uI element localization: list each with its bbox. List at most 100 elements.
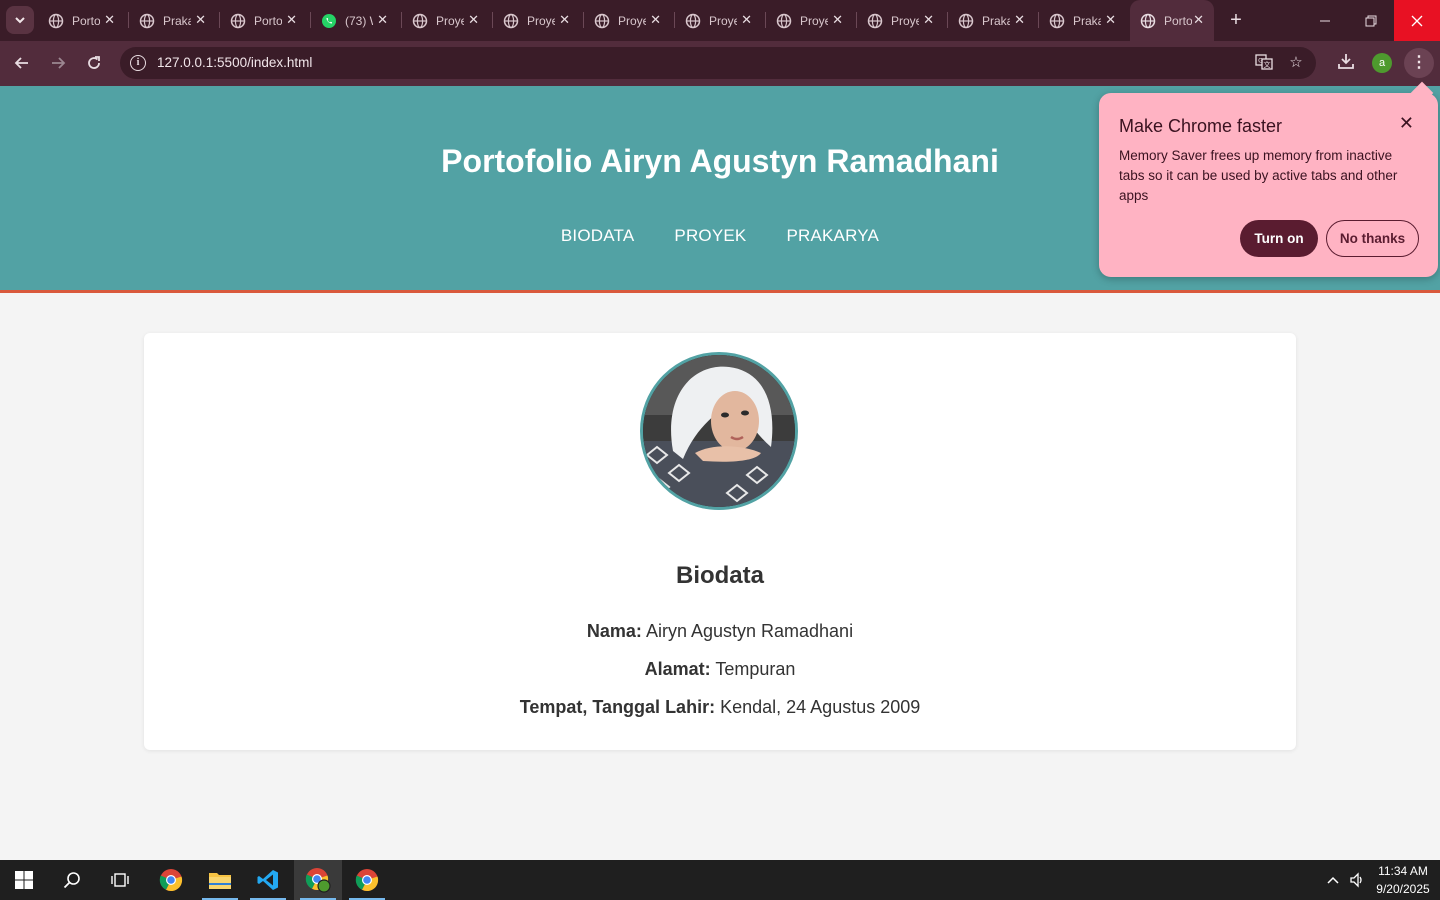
minimize-button[interactable] (1302, 0, 1348, 41)
task-view-icon[interactable] (96, 860, 144, 900)
download-icon[interactable] (1334, 52, 1358, 76)
windows-start-icon[interactable] (0, 860, 48, 900)
globe-icon (958, 13, 974, 29)
tab-title: Praka (163, 13, 191, 28)
browser-tab[interactable]: (73) W ✕ (311, 0, 402, 41)
new-tab-button[interactable]: + (1224, 7, 1248, 33)
bio-row-nama: Nama: Airyn Agustyn Ramadhani (144, 621, 1296, 642)
bio-value: Airyn Agustyn Ramadhani (645, 621, 854, 641)
vscode-icon[interactable] (244, 860, 292, 900)
file-explorer-icon[interactable] (196, 860, 244, 900)
browser-tab[interactable]: Praka ✕ (129, 0, 220, 41)
browser-tab[interactable]: Proye ✕ (584, 0, 675, 41)
close-tab-icon[interactable]: ✕ (741, 12, 752, 28)
address-bar[interactable]: i 127.0.0.1:5500/index.html 文G ☆ (120, 47, 1316, 79)
close-tab-icon[interactable]: ✕ (195, 12, 206, 28)
close-tab-icon[interactable]: ✕ (559, 12, 570, 28)
nav-link-proyek[interactable]: PROYEK (674, 226, 746, 246)
browser-toolbar: i 127.0.0.1:5500/index.html 文G ☆ (0, 41, 1440, 86)
close-tab-icon[interactable]: ✕ (650, 12, 661, 28)
tab-list: Porto ✕ Praka ✕ Porto ✕ (73) W ✕ Proye ✕… (38, 0, 1214, 41)
close-tab-icon[interactable]: ✕ (832, 12, 843, 28)
reload-button[interactable] (80, 49, 108, 77)
close-icon (1411, 15, 1423, 26)
volume-icon[interactable] (1349, 860, 1365, 900)
browser-tab[interactable]: Porto ✕ (220, 0, 311, 41)
show-hidden-icons-icon[interactable] (1326, 860, 1340, 900)
bio-value: Kendal, 24 Agustus 2009 (720, 697, 921, 717)
nav-link-prakarya[interactable]: PRAKARYA (786, 226, 879, 246)
turn-on-button[interactable]: Turn on (1240, 220, 1318, 257)
tab-title: Proye (800, 13, 828, 28)
arrow-left-icon (14, 57, 28, 69)
tab-strip: Porto ✕ Praka ✕ Porto ✕ (73) W ✕ Proye ✕… (0, 0, 1440, 41)
globe-icon (685, 13, 701, 29)
restore-button[interactable] (1348, 0, 1394, 41)
tab-title: Porto (1164, 13, 1192, 28)
close-tab-icon[interactable]: ✕ (377, 12, 388, 28)
chrome-profile-icon[interactable] (294, 860, 342, 900)
arrow-right-icon (52, 57, 66, 69)
close-tab-icon[interactable]: ✕ (1014, 12, 1025, 28)
tab-title: Praka (1073, 13, 1101, 28)
close-tab-icon[interactable]: ✕ (104, 12, 115, 28)
browser-tab[interactable]: Porto ✕ (38, 0, 129, 41)
promo-body: Memory Saver frees up memory from inacti… (1119, 148, 1398, 203)
no-thanks-button[interactable]: No thanks (1326, 220, 1419, 257)
close-icon[interactable]: ✕ (1399, 113, 1414, 133)
back-button[interactable] (8, 49, 36, 77)
chevron-down-icon (15, 17, 25, 24)
nav-link-biodata[interactable]: BIODATA (561, 226, 635, 246)
globe-icon (1140, 13, 1156, 29)
close-tab-icon[interactable]: ✕ (468, 12, 479, 28)
tab-title: Proye (527, 13, 555, 28)
reload-icon (88, 56, 100, 69)
close-tab-icon[interactable]: ✕ (1193, 12, 1204, 28)
site-info-icon[interactable]: i (130, 55, 146, 71)
bio-value: Tempuran (715, 659, 796, 679)
forward-button[interactable] (44, 49, 72, 77)
close-tab-icon[interactable]: ✕ (923, 12, 934, 28)
bookmark-star-icon[interactable]: ☆ (1286, 53, 1306, 73)
clock-date: 9/20/2025 (1376, 882, 1430, 896)
close-tab-icon[interactable]: ✕ (1105, 12, 1116, 28)
bio-label: Tempat, Tanggal Lahir: (519, 697, 716, 717)
tab-title: Porto (72, 13, 100, 28)
tab-search-button[interactable] (6, 6, 34, 34)
translate-icon[interactable]: 文G (1254, 53, 1274, 73)
memory-saver-promo: Make Chrome faster ✕ Memory Saver frees … (1099, 93, 1438, 277)
restore-icon (1365, 15, 1377, 26)
globe-icon (230, 13, 246, 29)
globe-icon (594, 13, 610, 29)
svg-text:文: 文 (1264, 60, 1271, 69)
browser-tab[interactable]: Proye ✕ (857, 0, 948, 41)
url-text[interactable]: 127.0.0.1:5500/index.html (157, 55, 312, 70)
globe-icon (1049, 13, 1065, 29)
svg-text:G: G (1258, 58, 1263, 65)
chrome-icon[interactable] (343, 860, 391, 900)
browser-tab[interactable]: Proye ✕ (675, 0, 766, 41)
system-clock[interactable]: 11:34 AM 9/20/2025 (1372, 862, 1434, 898)
browser-tab[interactable]: Proye ✕ (402, 0, 493, 41)
browser-tab[interactable]: Praka ✕ (1039, 0, 1130, 41)
profile-avatar[interactable]: a (1372, 53, 1392, 73)
chrome-icon[interactable] (147, 860, 195, 900)
globe-icon (776, 13, 792, 29)
browser-tab[interactable]: Proye ✕ (766, 0, 857, 41)
browser-tab-active[interactable]: Porto ✕ (1130, 0, 1214, 41)
globe-icon (503, 13, 519, 29)
close-window-button[interactable] (1394, 0, 1440, 41)
section-title: Biodata (675, 562, 764, 589)
globe-icon (48, 13, 64, 29)
tab-title: Proye (618, 13, 646, 28)
windows-taskbar: 11:34 AM 9/20/2025 (0, 860, 1440, 900)
close-tab-icon[interactable]: ✕ (286, 12, 297, 28)
browser-tab[interactable]: Proye ✕ (493, 0, 584, 41)
search-icon[interactable] (48, 860, 96, 900)
tab-title: Porto (254, 13, 282, 28)
promo-title: Make Chrome faster (1119, 116, 1283, 136)
biodata-card: Biodata Nama: Airyn Agustyn Ramadhani Al… (144, 333, 1296, 750)
chrome-menu-icon[interactable]: ⋮ (1404, 48, 1434, 78)
bio-label: Alamat: (644, 659, 711, 679)
browser-tab[interactable]: Praka ✕ (948, 0, 1039, 41)
